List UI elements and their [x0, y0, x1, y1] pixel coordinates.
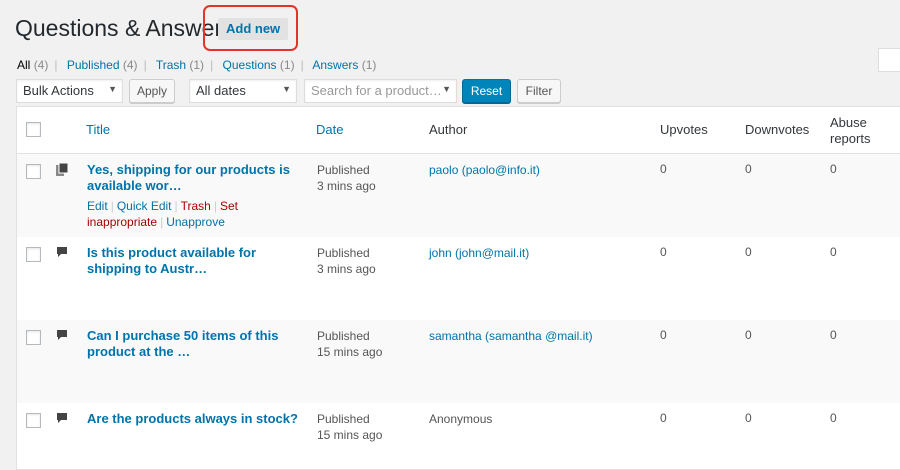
- row-title-link[interactable]: Are the products always in stock?: [87, 411, 307, 427]
- row-abuse-reports: 0: [830, 411, 837, 425]
- table-row: Yes, shipping for our products is availa…: [17, 154, 900, 237]
- qa-table: Title Date Author Upvotes Downvotes Abus…: [16, 106, 900, 470]
- trash-link[interactable]: Trash: [181, 199, 211, 213]
- dropdown-caret-icon: ▼: [442, 84, 451, 94]
- row-abuse-reports: 0: [830, 328, 837, 342]
- table-row: Are the products always in stock? Publis…: [17, 403, 900, 470]
- row-author-link[interactable]: paolo (paolo@info.it): [429, 162, 540, 178]
- row-checkbox[interactable]: [26, 247, 41, 262]
- row-checkbox[interactable]: [26, 164, 41, 179]
- row-title-link[interactable]: Can I purchase 50 items of this product …: [87, 328, 307, 360]
- search-input[interactable]: [878, 48, 900, 72]
- column-abuse-reports: Abuse reports: [830, 115, 871, 146]
- filter-button[interactable]: Filter: [517, 79, 561, 103]
- row-author-link[interactable]: samantha (samantha @mail.it): [429, 328, 593, 344]
- product-search-select[interactable]: Search for a product… ▼: [304, 79, 457, 103]
- dropdown-caret-icon: ▼: [282, 84, 291, 94]
- page-title: Questions & Answers: [15, 15, 234, 41]
- view-filters: All (4) | Published (4) | Trash (1) | Quest…: [17, 58, 377, 72]
- row-upvotes: 0: [660, 162, 667, 176]
- row-date: Published 15 mins ago: [317, 412, 383, 442]
- row-author: Anonymous: [429, 412, 493, 426]
- row-abuse-reports: 0: [830, 245, 837, 259]
- row-abuse-reports: 0: [830, 162, 837, 176]
- column-downvotes: Downvotes: [745, 122, 810, 137]
- row-upvotes: 0: [660, 411, 667, 425]
- column-title[interactable]: Title: [86, 122, 110, 137]
- row-checkbox[interactable]: [26, 330, 41, 345]
- row-checkbox[interactable]: [26, 413, 41, 428]
- view-all[interactable]: All (4): [17, 58, 48, 72]
- quick-edit-link[interactable]: Quick Edit: [117, 199, 172, 213]
- row-title-link[interactable]: Is this product available for shipping t…: [87, 245, 307, 277]
- row-downvotes: 0: [745, 411, 752, 425]
- row-date: Published 3 mins ago: [317, 246, 376, 276]
- row-date: Published 15 mins ago: [317, 329, 383, 359]
- table-header: Title Date Author Upvotes Downvotes Abus…: [17, 107, 900, 154]
- unapprove-link[interactable]: Unapprove: [166, 215, 225, 229]
- column-upvotes: Upvotes: [660, 122, 708, 137]
- row-upvotes: 0: [660, 245, 667, 259]
- apply-button[interactable]: Apply: [129, 79, 175, 103]
- row-author-link[interactable]: john (john@mail.it): [429, 245, 529, 261]
- view-published[interactable]: Published (4): [67, 58, 138, 72]
- speech-bubble-icon: [57, 413, 67, 423]
- row-downvotes: 0: [745, 328, 752, 342]
- column-date[interactable]: Date: [316, 122, 343, 137]
- answers-stack-icon: [56, 163, 68, 176]
- table-row: Is this product available for shipping t…: [17, 237, 900, 320]
- row-title-link[interactable]: Yes, shipping for our products is availa…: [87, 162, 307, 194]
- bulk-actions-select[interactable]: Bulk Actions ▼: [16, 79, 123, 103]
- row-downvotes: 0: [745, 245, 752, 259]
- add-new-button[interactable]: Add new: [218, 18, 289, 40]
- column-author: Author: [429, 122, 468, 137]
- speech-bubble-icon: [57, 247, 67, 257]
- view-trash[interactable]: Trash (1): [156, 58, 204, 72]
- dates-select[interactable]: All dates ▼: [189, 79, 297, 103]
- row-downvotes: 0: [745, 162, 752, 176]
- reset-button[interactable]: Reset: [462, 79, 511, 103]
- view-questions[interactable]: Questions (1): [223, 58, 295, 72]
- table-row: Can I purchase 50 items of this product …: [17, 320, 900, 403]
- speech-bubble-icon: [57, 330, 67, 340]
- edit-link[interactable]: Edit: [87, 199, 108, 213]
- row-date: Published 3 mins ago: [317, 163, 376, 193]
- select-all-checkbox[interactable]: [26, 122, 41, 137]
- dropdown-caret-icon: ▼: [108, 84, 117, 94]
- row-upvotes: 0: [660, 328, 667, 342]
- row-actions: Edit | Quick Edit | Trash | Set inappropriate |…: [87, 199, 238, 229]
- view-answers[interactable]: Answers (1): [312, 58, 376, 72]
